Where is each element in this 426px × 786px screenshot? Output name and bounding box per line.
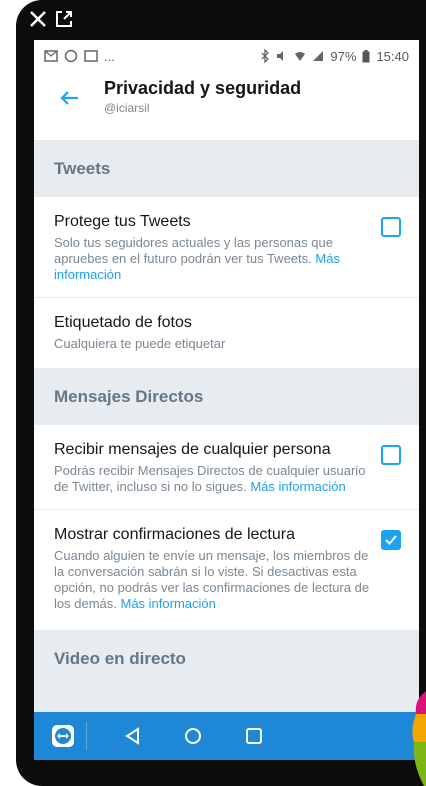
signal-icon	[313, 51, 324, 61]
back-button[interactable]	[34, 76, 104, 106]
app-screen: ... 97% 15:40 Privacidad y seguridad @ic…	[34, 40, 419, 712]
setting-title: Protege tus Tweets	[54, 213, 191, 230]
battery-percent: 97%	[330, 48, 357, 64]
gallery-icon	[84, 50, 98, 62]
whatsapp-icon	[64, 49, 78, 63]
setting-photo-tagging[interactable]: Etiquetado de fotos Cualquiera te puede …	[34, 298, 419, 369]
nav-back-icon	[125, 727, 139, 745]
viewer-toolbar	[28, 6, 74, 36]
nav-home-icon	[185, 728, 201, 744]
receive-messages-checkbox[interactable]	[381, 445, 401, 465]
more-info-link[interactable]: Más información	[120, 596, 215, 611]
section-header-tweets: Tweets	[34, 141, 419, 197]
section-header-live-video: Video en directo	[34, 631, 419, 687]
mail-icon	[44, 50, 58, 62]
setting-protect-tweets[interactable]: Protege tus Tweets Solo tus seguidores a…	[34, 197, 419, 298]
app-bar: Privacidad y seguridad @iciarsil	[34, 72, 419, 141]
decorative-graphic	[412, 691, 426, 786]
setting-title: Etiquetado de fotos	[54, 314, 192, 331]
battery-icon	[362, 49, 370, 62]
status-indicators: 97% 15:40	[260, 49, 409, 64]
nav-recents-button[interactable]	[245, 727, 263, 745]
description-text: Solo tus seguidores actuales y las perso…	[54, 235, 333, 266]
clock: 15:40	[376, 48, 409, 64]
setting-read-receipts[interactable]: Mostrar confirmaciones de lectura Cuando…	[34, 510, 419, 631]
setting-description: Podrás recibir Mensajes Directos de cual…	[54, 463, 399, 495]
setting-title: Mostrar confirmaciones de lectura	[54, 526, 295, 543]
nav-recents-icon	[246, 728, 262, 744]
checkmark-icon	[385, 535, 397, 545]
back-arrow-icon	[60, 91, 78, 105]
notification-icons: ...	[44, 49, 115, 64]
account-handle: @iciarsil	[104, 101, 150, 115]
mute-icon	[277, 51, 284, 61]
setting-title: Recibir mensajes de cualquier persona	[54, 441, 331, 458]
bluetooth-icon	[261, 49, 270, 63]
close-icon[interactable]	[28, 9, 48, 34]
status-bar: ... 97% 15:40	[34, 40, 419, 72]
more-info-link[interactable]: Más información	[250, 479, 345, 494]
setting-description: Solo tus seguidores actuales y las perso…	[54, 235, 399, 283]
setting-receive-messages[interactable]: Recibir mensajes de cualquier persona Po…	[34, 425, 419, 510]
setting-description: Cualquiera te puede etiquetar	[54, 336, 226, 351]
more-notifications: ...	[104, 48, 115, 64]
nav-home-button[interactable]	[183, 726, 203, 746]
nav-divider	[86, 722, 87, 750]
page-title: Privacidad y seguridad	[104, 78, 302, 98]
teamviewer-button[interactable]	[50, 723, 76, 749]
section-header-direct-messages: Mensajes Directos	[34, 369, 419, 425]
nav-back-button[interactable]	[123, 726, 143, 746]
setting-description: Cuando alguien te envíe un mensaje, los …	[54, 548, 399, 612]
protect-tweets-checkbox[interactable]	[381, 217, 401, 237]
android-nav-bar	[34, 712, 419, 760]
read-receipts-checkbox[interactable]	[381, 530, 401, 550]
teamviewer-icon	[52, 725, 74, 747]
external-window-icon[interactable]	[54, 9, 74, 34]
wifi-icon	[295, 52, 306, 61]
